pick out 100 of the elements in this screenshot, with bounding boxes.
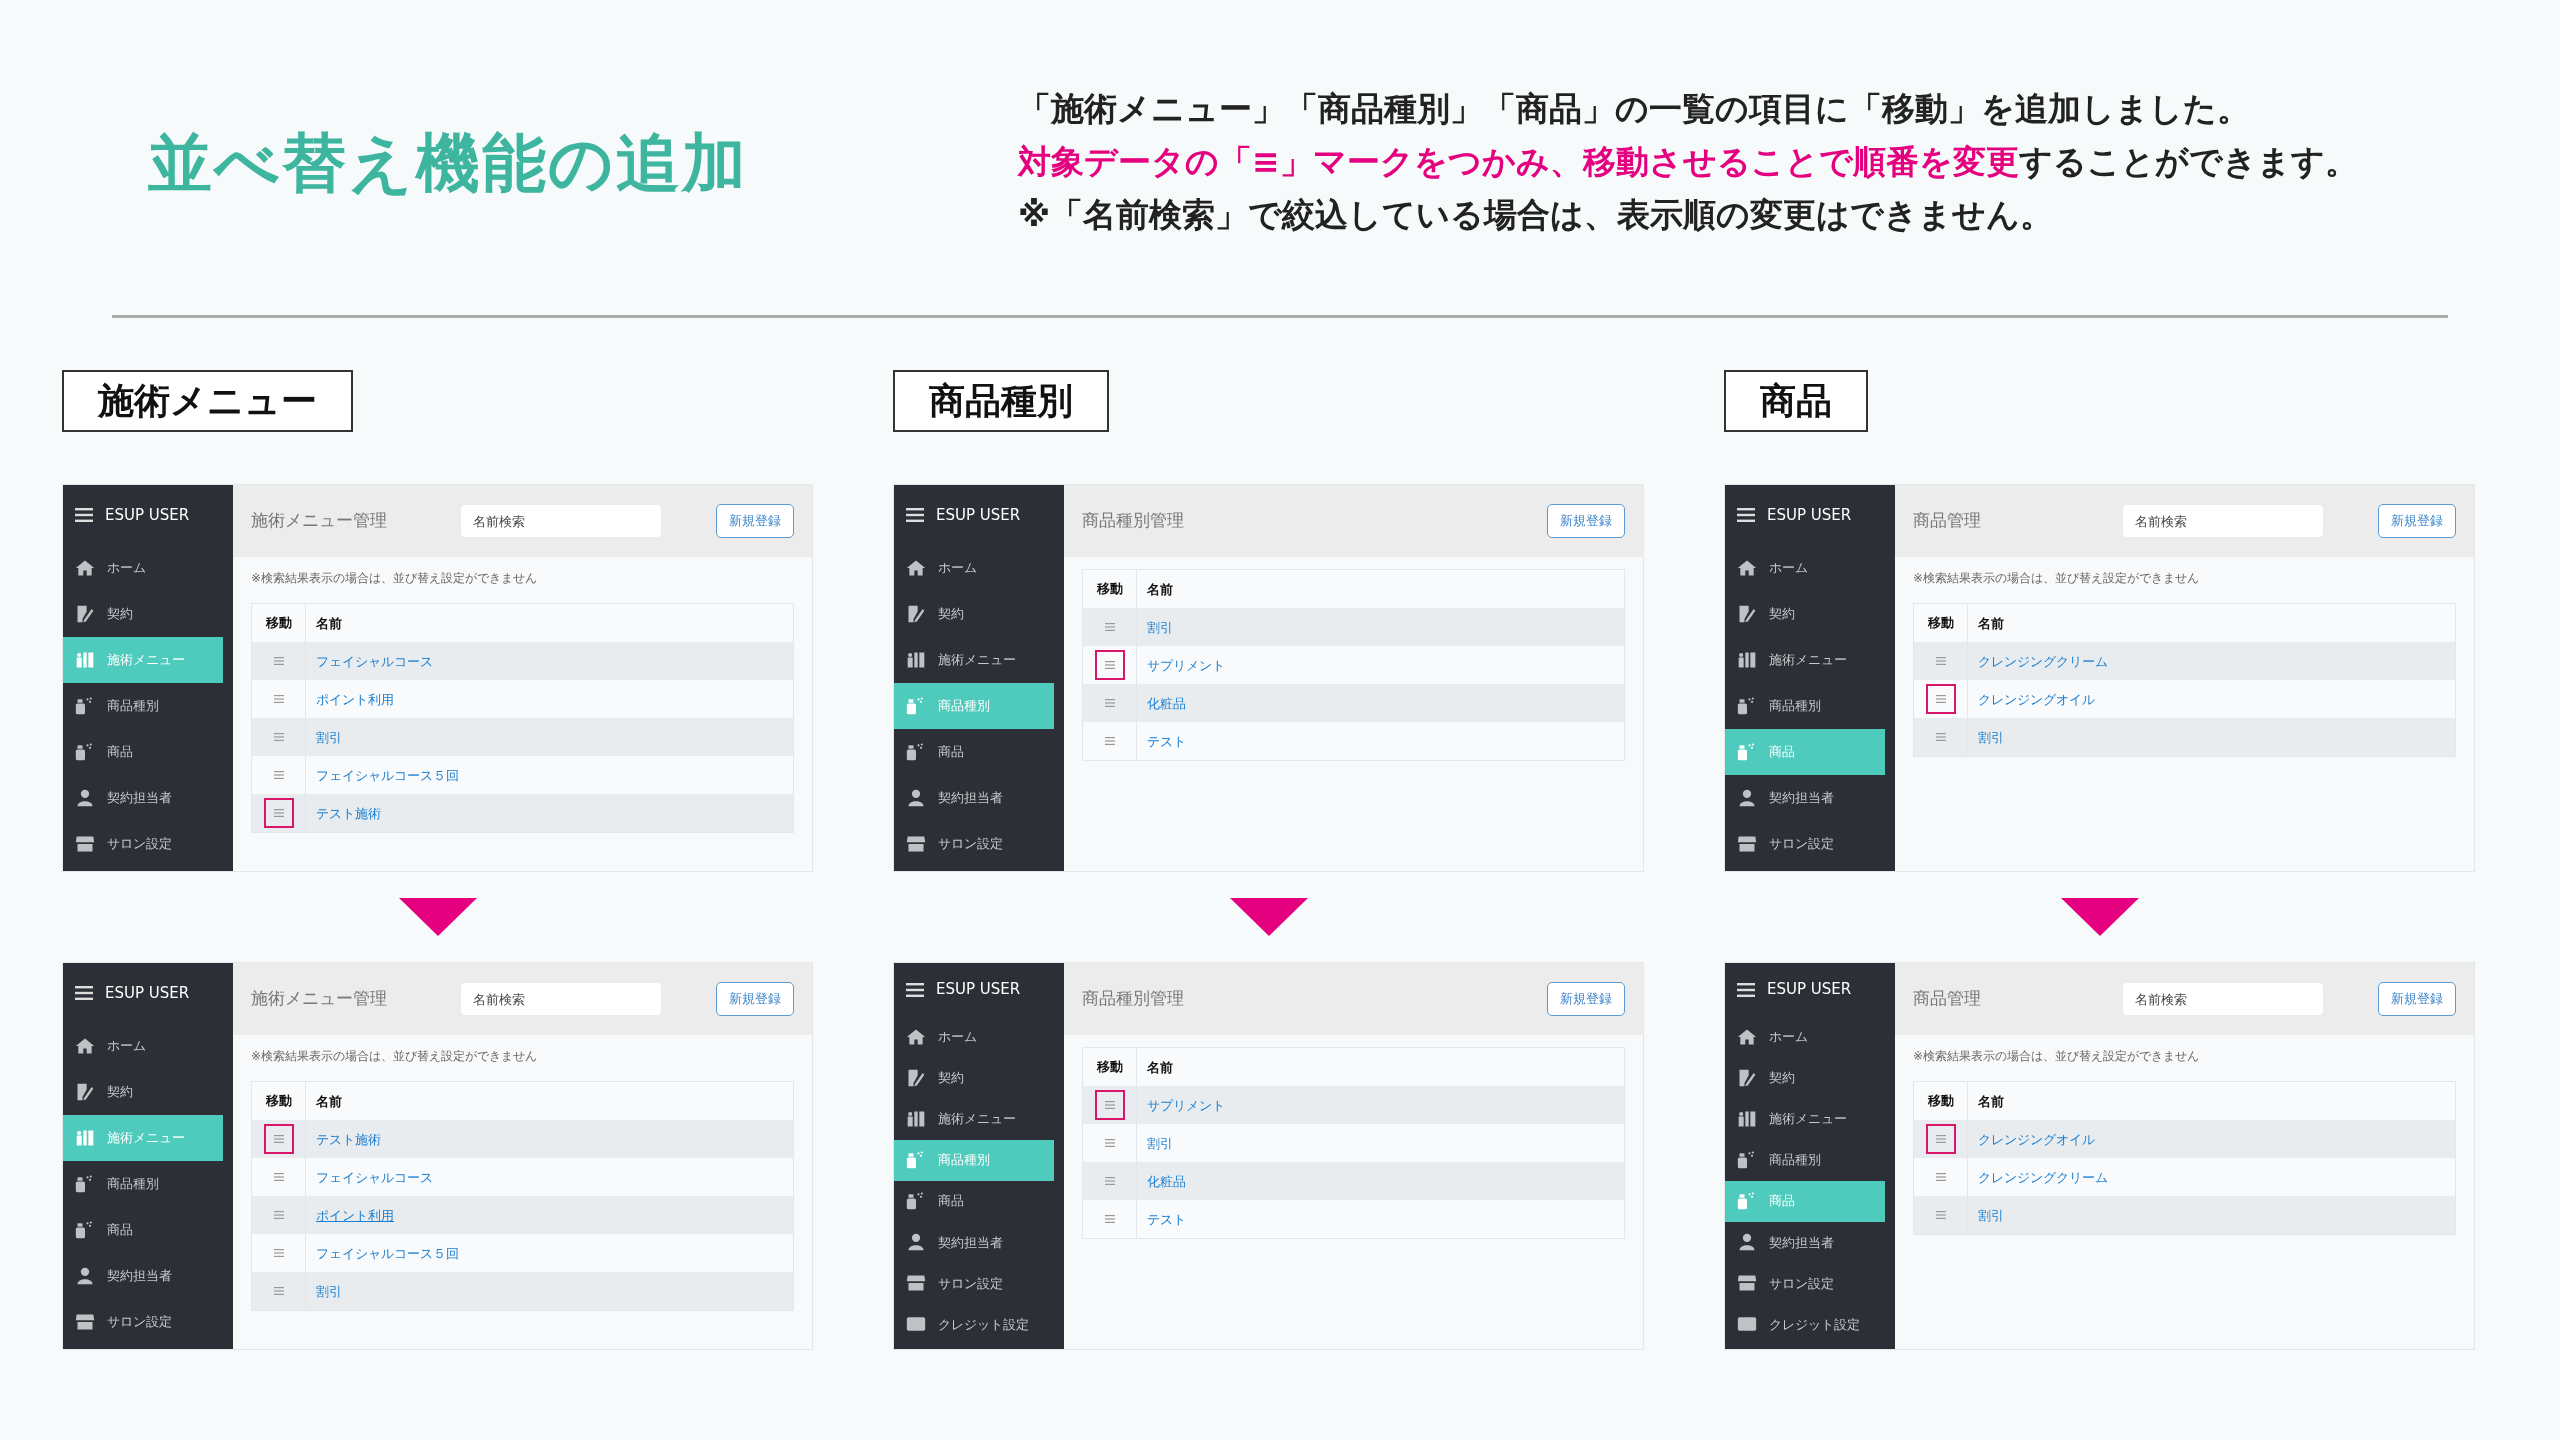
- sidebar-item[interactable]: サロン設定: [63, 1299, 223, 1346]
- row-link[interactable]: 割引: [316, 1284, 342, 1299]
- sidebar-item[interactable]: 施術メニュー: [1725, 636, 1885, 683]
- sidebar-item[interactable]: 契約担当者: [894, 1221, 1054, 1263]
- drag-handle-icon[interactable]: [1935, 657, 1946, 665]
- sidebar-item[interactable]: クレジット設定: [1725, 1303, 1885, 1345]
- drag-handle-icon[interactable]: [1104, 699, 1115, 707]
- row-link[interactable]: サプリメント: [1147, 658, 1225, 673]
- drag-handle-icon[interactable]: [1104, 737, 1115, 745]
- menu-icon[interactable]: [906, 507, 924, 522]
- sidebar-item[interactable]: 施術メニュー: [894, 1098, 1054, 1140]
- sidebar-item[interactable]: サロン設定: [1725, 821, 1885, 868]
- menu-icon[interactable]: [75, 507, 93, 522]
- row-link[interactable]: 化粧品: [1147, 696, 1186, 711]
- drag-handle-icon[interactable]: [1935, 1135, 1946, 1143]
- search-field[interactable]: 名前検索: [461, 983, 661, 1015]
- sidebar-item[interactable]: サロン設定: [894, 821, 1054, 868]
- row-link[interactable]: クレンジングオイル: [1978, 1132, 2095, 1147]
- sidebar-item[interactable]: 商品: [894, 728, 1054, 775]
- drag-handle-icon[interactable]: [273, 1211, 284, 1219]
- sidebar-item[interactable]: 契約: [63, 590, 223, 637]
- row-link[interactable]: フェイシャルコース５回: [316, 1246, 459, 1261]
- row-link[interactable]: 割引: [1978, 730, 2004, 745]
- search-field[interactable]: 名前検索: [2123, 505, 2323, 537]
- sidebar-item[interactable]: 契約担当者: [63, 1253, 223, 1299]
- drag-handle-icon[interactable]: [273, 733, 284, 741]
- sidebar-item[interactable]: 施術メニュー: [894, 636, 1054, 683]
- sidebar-item[interactable]: 契約担当者: [894, 775, 1054, 821]
- new-button[interactable]: 新規登録: [716, 504, 794, 538]
- sidebar-item[interactable]: 契約担当者: [1725, 775, 1885, 821]
- sidebar-item[interactable]: ホーム: [63, 1022, 223, 1069]
- sidebar-item[interactable]: 契約担当者: [1725, 1221, 1885, 1263]
- sidebar-item[interactable]: 契約: [1725, 1057, 1885, 1099]
- sidebar-item[interactable]: ホーム: [894, 1016, 1054, 1058]
- sidebar-item[interactable]: 契約: [894, 1057, 1054, 1099]
- drag-handle-icon[interactable]: [273, 1135, 284, 1143]
- row-link[interactable]: クレンジングクリーム: [1978, 1170, 2108, 1185]
- drag-handle-icon[interactable]: [1104, 661, 1115, 669]
- drag-handle-icon[interactable]: [273, 1249, 284, 1257]
- new-button[interactable]: 新規登録: [716, 982, 794, 1016]
- search-field[interactable]: 名前検索: [2123, 983, 2323, 1015]
- menu-icon[interactable]: [75, 985, 93, 1000]
- drag-handle-icon[interactable]: [1104, 623, 1115, 631]
- sidebar-item[interactable]: ホーム: [1725, 1016, 1885, 1058]
- sidebar-item[interactable]: 商品: [63, 728, 223, 775]
- row-link[interactable]: クレンジングクリーム: [1978, 654, 2108, 669]
- sidebar-item[interactable]: 契約: [63, 1068, 223, 1115]
- new-button[interactable]: 新規登録: [2378, 504, 2456, 538]
- row-link[interactable]: ポイント利用: [316, 1208, 394, 1223]
- row-link[interactable]: フェイシャルコース５回: [316, 768, 459, 783]
- drag-handle-icon[interactable]: [1104, 1139, 1115, 1147]
- row-link[interactable]: テスト施術: [316, 806, 381, 821]
- sidebar-item[interactable]: ホーム: [1725, 544, 1885, 591]
- sidebar-item[interactable]: 商品種別: [63, 682, 223, 729]
- sidebar-item[interactable]: ホーム: [894, 544, 1054, 591]
- drag-handle-icon[interactable]: [273, 771, 284, 779]
- row-link[interactable]: ポイント利用: [316, 692, 394, 707]
- row-link[interactable]: フェイシャルコース: [316, 654, 433, 669]
- sidebar-item[interactable]: 商品: [894, 1180, 1054, 1222]
- drag-handle-icon[interactable]: [1935, 695, 1946, 703]
- new-button[interactable]: 新規登録: [2378, 982, 2456, 1016]
- sidebar-item[interactable]: 商品種別: [1725, 682, 1885, 729]
- drag-handle-icon[interactable]: [1104, 1215, 1115, 1223]
- row-link[interactable]: 割引: [1147, 620, 1173, 635]
- row-link[interactable]: テスト: [1147, 734, 1186, 749]
- sidebar-item[interactable]: 施術メニュー: [1725, 1098, 1885, 1140]
- drag-handle-icon[interactable]: [273, 695, 284, 703]
- new-button[interactable]: 新規登録: [1547, 504, 1625, 538]
- drag-handle-icon[interactable]: [273, 809, 284, 817]
- menu-icon[interactable]: [1737, 507, 1755, 522]
- new-button[interactable]: 新規登録: [1547, 982, 1625, 1016]
- search-field[interactable]: 名前検索: [461, 505, 661, 537]
- row-link[interactable]: テスト施術: [316, 1132, 381, 1147]
- row-link[interactable]: フェイシャルコース: [316, 1170, 433, 1185]
- menu-icon[interactable]: [1737, 982, 1755, 997]
- drag-handle-icon[interactable]: [1935, 733, 1946, 741]
- drag-handle-icon[interactable]: [1104, 1177, 1115, 1185]
- drag-handle-icon[interactable]: [1104, 1101, 1115, 1109]
- sidebar-item[interactable]: サロン設定: [63, 821, 223, 868]
- drag-handle-icon[interactable]: [273, 1287, 284, 1295]
- row-link[interactable]: 化粧品: [1147, 1174, 1186, 1189]
- sidebar-item[interactable]: 商品種別: [63, 1160, 223, 1207]
- menu-icon[interactable]: [906, 982, 924, 997]
- row-link[interactable]: テスト: [1147, 1212, 1186, 1227]
- sidebar-item[interactable]: 商品種別: [1725, 1139, 1885, 1181]
- drag-handle-icon[interactable]: [1935, 1173, 1946, 1181]
- row-link[interactable]: 割引: [316, 730, 342, 745]
- drag-handle-icon[interactable]: [273, 1173, 284, 1181]
- row-link[interactable]: クレンジングオイル: [1978, 692, 2095, 707]
- row-link[interactable]: 割引: [1978, 1208, 2004, 1223]
- sidebar-item[interactable]: 契約: [1725, 590, 1885, 637]
- sidebar-item[interactable]: サロン設定: [1725, 1262, 1885, 1304]
- row-link[interactable]: サプリメント: [1147, 1098, 1225, 1113]
- sidebar-item[interactable]: サロン設定: [894, 1262, 1054, 1304]
- sidebar-item[interactable]: 商品: [63, 1206, 223, 1253]
- drag-handle-icon[interactable]: [1935, 1211, 1946, 1219]
- drag-handle-icon[interactable]: [273, 657, 284, 665]
- sidebar-item[interactable]: 契約担当者: [63, 775, 223, 821]
- sidebar-item[interactable]: ホーム: [63, 544, 223, 591]
- row-link[interactable]: 割引: [1147, 1136, 1173, 1151]
